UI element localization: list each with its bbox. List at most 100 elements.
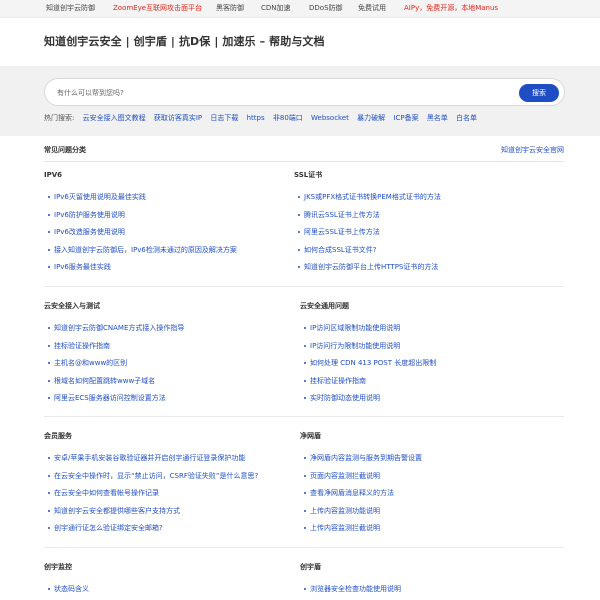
list-item: 主机名@和www的区别 [44, 359, 284, 377]
article-link[interactable]: 上传内容监测功能说明 [310, 507, 380, 515]
article-link[interactable]: 在云安全中操作时，显示“禁止访问，CSRF验证失败”是什么意思? [54, 472, 258, 480]
article-link[interactable]: 状态码含义 [54, 585, 89, 593]
list-item: 挂标验证操作指南 [300, 377, 540, 395]
article-link[interactable]: 主机名@和www的区别 [54, 359, 127, 367]
article-link[interactable]: IPv6灭留使用说明及最佳实践 [54, 193, 146, 201]
search-band: 搜索 热门搜索: 云安全接入图文教程 获取访客真实IP 日志下载 https 非… [0, 66, 600, 136]
search-box: 搜索 [44, 78, 565, 106]
row-divider [44, 547, 564, 548]
list-item: 挂标验证操作指南 [44, 342, 284, 360]
article-link[interactable]: 阿里云SSL证书上传方法 [304, 228, 380, 236]
category-title: 创宇监控 [44, 563, 72, 571]
article-link[interactable]: 挂标验证操作指南 [310, 377, 366, 385]
list-item: 浏览器安全检查功能使用说明 [300, 585, 540, 600]
top-nav-link-aipy[interactable]: AIPy，免费开源，本地Manus [404, 4, 498, 13]
faq-title: 常见问题分类 [44, 146, 86, 154]
category-title: IPV6 [44, 171, 63, 179]
list-item: 根域名如何配置跳转www子域名 [44, 377, 284, 395]
article-link[interactable]: 知道创宇云安全都提供哪些客户支持方式 [54, 507, 180, 515]
search-button[interactable]: 搜索 [519, 84, 559, 102]
list-item: 状态码含义 [44, 585, 284, 600]
list-item: IP访问行为限制功能使用说明 [300, 342, 540, 360]
category-ssl: SSL证书 JKS或PFX格式证书转换PEM格式证书的方法 腾讯云SSL证书上传… [294, 171, 534, 281]
list-item: 阿里云ECS服务器访问控制设置方法 [44, 394, 284, 412]
list-item: IP访问区域限制功能使用说明 [300, 324, 540, 342]
page-header: 知道创宇云安全 | 创宇盾 | 抗D保 | 加速乐 – 帮助与文档 [0, 18, 600, 66]
top-nav-link-zoomeye[interactable]: ZoomEye互联网攻击面平台 [113, 4, 202, 13]
list-item: 实时防御动态使用说明 [300, 394, 540, 412]
article-link[interactable]: IPv6防护服务使用说明 [54, 211, 125, 219]
hot-search-link[interactable]: Websocket [311, 114, 349, 122]
official-site-link[interactable]: 知道创宇云安全官网 [501, 145, 564, 155]
list-item: JKS或PFX格式证书转换PEM格式证书的方法 [294, 193, 534, 211]
article-link[interactable]: 创宇通行证怎么验证绑定安全邮箱? [54, 524, 163, 532]
list-item: 接入知道创宇云防御后，IPv6检测未通过的原因及解决方案 [44, 246, 284, 264]
article-link[interactable]: 如何合成SSL证书文件? [304, 246, 377, 254]
article-link[interactable]: IPv6改造服务使用说明 [54, 228, 125, 236]
article-link[interactable]: 净网盾内容监测与服务到期告警设置 [310, 454, 422, 462]
row-divider [44, 416, 564, 417]
article-link[interactable]: IPv6服务最佳实践 [54, 263, 111, 271]
article-link[interactable]: 查看净网盾消息释义的方法 [310, 489, 394, 497]
hot-search-link[interactable]: ICP备案 [393, 114, 418, 122]
article-link[interactable]: 知道创宇云防御平台上传HTTPS证书的方法 [304, 263, 438, 271]
faq-header: 常见问题分类 知道创宇云安全官网 [44, 145, 564, 159]
category-title: 云安全接入与测试 [44, 302, 100, 310]
row-divider [44, 286, 564, 287]
hot-searches-label: 热门搜索: [44, 114, 75, 122]
category-title: 创宇盾 [300, 563, 321, 571]
article-link[interactable]: 知道创宇云防御CNAME方式接入操作指导 [54, 324, 184, 332]
article-link[interactable]: 上传内容监测拦截说明 [310, 524, 380, 532]
list-item: 如何处理 CDN 413 POST 长度超出限制 [300, 359, 540, 377]
hot-search-link[interactable]: 获取访客真实IP [154, 114, 202, 122]
list-item: 腾讯云SSL证书上传方法 [294, 211, 534, 229]
hot-search-link[interactable]: 日志下载 [210, 114, 238, 122]
list-item: 在云安全中操作时，显示“禁止访问，CSRF验证失败”是什么意思? [44, 472, 284, 490]
list-item: IPv6防护服务使用说明 [44, 211, 284, 229]
article-link[interactable]: 浏览器安全检查功能使用说明 [310, 585, 401, 593]
hot-search-link[interactable]: 云安全接入图文教程 [83, 114, 146, 122]
list-item: 知道创宇云防御平台上传HTTPS证书的方法 [294, 263, 534, 281]
list-item: 知道创宇云防御CNAME方式接入操作指导 [44, 324, 284, 342]
article-link[interactable]: 安卓/苹果手机安装谷歌验证器并开启创宇通行证登录保护功能 [54, 454, 245, 462]
article-link[interactable]: 实时防御动态使用说明 [310, 394, 380, 402]
top-nav-link-hacker-defense[interactable]: 黑客防御 [216, 4, 244, 13]
hot-search-link[interactable]: 暴力破解 [357, 114, 385, 122]
hot-search-link[interactable]: https [247, 114, 265, 122]
article-link[interactable]: 页面内容监测拦截说明 [310, 472, 380, 480]
article-link[interactable]: 挂标验证操作指南 [54, 342, 110, 350]
list-item: 在云安全中如何查看帐号操作记录 [44, 489, 284, 507]
hot-search-link[interactable]: 黑名单 [427, 114, 448, 122]
hot-searches: 热门搜索: 云安全接入图文教程 获取访客真实IP 日志下载 https 非80端… [44, 114, 483, 123]
list-item: 页面内容监测拦截说明 [300, 472, 540, 490]
category-general-issues: 云安全通用问题 IP访问区域限制功能使用说明 IP访问行为限制功能使用说明 如何… [300, 302, 540, 412]
hot-search-link[interactable]: 非80端口 [273, 114, 303, 122]
list-item: 创宇通行证怎么验证绑定安全邮箱? [44, 524, 284, 542]
category-access-testing: 云安全接入与测试 知道创宇云防御CNAME方式接入操作指导 挂标验证操作指南 主… [44, 302, 284, 412]
hot-search-link[interactable]: 白名单 [456, 114, 477, 122]
top-nav-link-yunfangyu[interactable]: 知道创宇云防御 [46, 4, 95, 13]
list-item: 上传内容监测拦截说明 [300, 524, 540, 542]
article-link[interactable]: IP访问区域限制功能使用说明 [310, 324, 400, 332]
article-link[interactable]: 如何处理 CDN 413 POST 长度超出限制 [310, 359, 436, 367]
category-jingwangdun: 净网盾 净网盾内容监测与服务到期告警设置 页面内容监测拦截说明 查看净网盾消息释… [300, 432, 540, 542]
article-link[interactable]: 腾讯云SSL证书上传方法 [304, 211, 380, 219]
top-nav-link-cdn[interactable]: CDN加速 [261, 4, 291, 13]
search-input[interactable] [57, 86, 487, 100]
list-item: 知道创宇云安全都提供哪些客户支持方式 [44, 507, 284, 525]
list-item: 安卓/苹果手机安装谷歌验证器并开启创宇通行证登录保护功能 [44, 454, 284, 472]
article-link[interactable]: 接入知道创宇云防御后，IPv6检测未通过的原因及解决方案 [54, 246, 237, 254]
list-item: 阿里云SSL证书上传方法 [294, 228, 534, 246]
category-title: SSL证书 [294, 171, 323, 179]
list-item: 净网盾内容监测与服务到期告警设置 [300, 454, 540, 472]
article-link[interactable]: IP访问行为限制功能使用说明 [310, 342, 400, 350]
article-link[interactable]: JKS或PFX格式证书转换PEM格式证书的方法 [304, 193, 441, 201]
top-nav-link-ddos[interactable]: DDoS防御 [309, 4, 343, 13]
list-item: 如何合成SSL证书文件? [294, 246, 534, 264]
article-link[interactable]: 阿里云ECS服务器访问控制设置方法 [54, 394, 166, 402]
article-link[interactable]: 根域名如何配置跳转www子域名 [54, 377, 155, 385]
article-link[interactable]: 在云安全中如何查看帐号操作记录 [54, 489, 159, 497]
category-title: 净网盾 [300, 432, 321, 440]
category-title: 云安全通用问题 [300, 302, 349, 310]
top-nav-link-free-trial[interactable]: 免费试用 [358, 4, 386, 13]
